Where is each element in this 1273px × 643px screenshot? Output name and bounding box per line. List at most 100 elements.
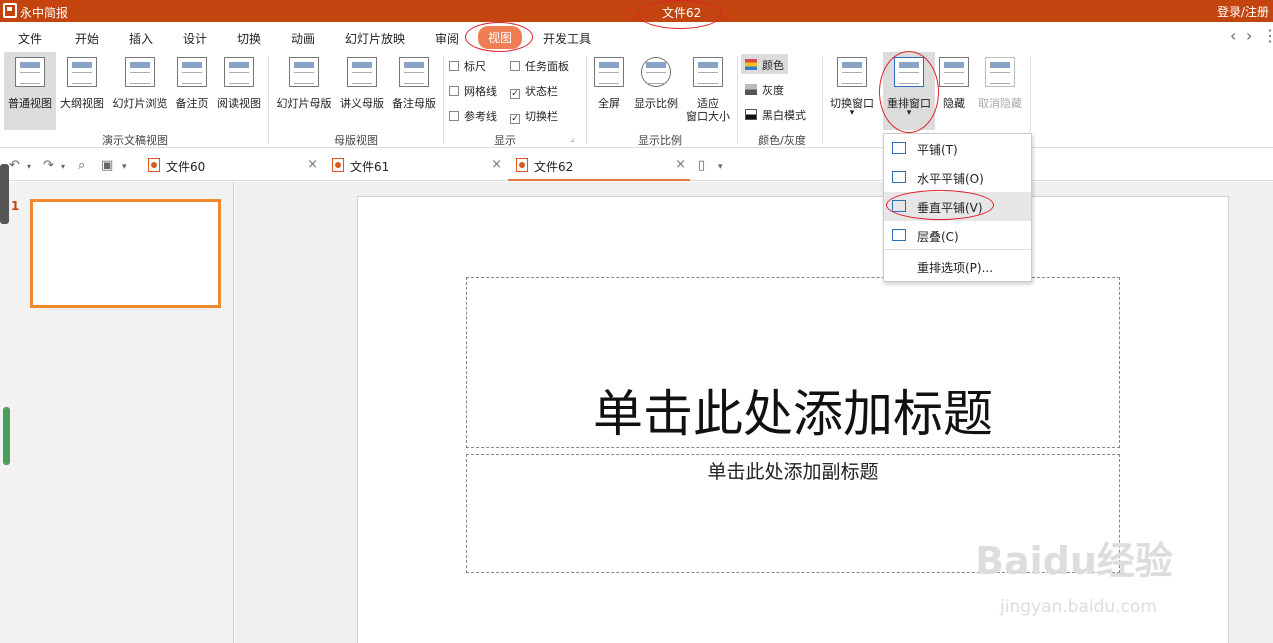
switch-bar-checkbox[interactable]: ✓ 切换栏 — [510, 108, 558, 124]
undo-dropdown-icon[interactable]: ▾ — [27, 162, 31, 171]
notes-master-button[interactable]: 备注母版 — [389, 52, 439, 130]
menu-developer[interactable]: 开发工具 — [543, 30, 591, 47]
checkbox-label: 参考线 — [464, 110, 497, 123]
tab-file60[interactable]: 文件60 × — [140, 150, 322, 181]
document-tab-bar: ↶ ▾ ↷ ▾ ⌕ ▣ ▾ 文件60 × 文件61 × 文件62 × ▯ ▾ — [0, 150, 1273, 181]
dialog-launcher-icon[interactable]: ⌟ — [570, 134, 574, 144]
group-label-show: 显示 — [494, 134, 516, 147]
menu-file[interactable]: 文件 — [18, 30, 42, 47]
notes-page-icon — [177, 57, 207, 87]
checkbox-box — [449, 61, 459, 71]
unhide-window-button[interactable]: 取消隐藏 — [974, 52, 1026, 130]
more-icon[interactable]: ⋮ — [1262, 26, 1273, 45]
slide-sorter-label: 幻灯片浏览 — [112, 97, 168, 110]
menu-item-tile[interactable]: 平铺(T) — [884, 134, 1031, 163]
hide-label: 隐藏 — [943, 97, 965, 110]
menu-item-label: 平铺(T) — [917, 143, 958, 157]
menu-item-tile-horizontal[interactable]: 水平平铺(O) — [884, 163, 1031, 192]
notes-page-label: 备注页 — [175, 97, 209, 110]
slide-sorter-button[interactable]: 幻灯片浏览 — [109, 52, 171, 130]
menu-item-label: 垂直平铺(V) — [917, 201, 983, 215]
tab-file62[interactable]: 文件62 × — [508, 150, 690, 181]
reading-view-label: 阅读视图 — [217, 97, 261, 110]
title-bar: 永中简报 文件62 登录/注册 — [0, 0, 1273, 22]
checkbox-label: 标尺 — [464, 60, 486, 73]
unhide-label: 取消隐藏 — [978, 97, 1022, 110]
outline-view-button[interactable]: 大纲视图 — [57, 52, 107, 130]
grayscale-button[interactable]: 灰度 — [741, 79, 788, 99]
redo-dropdown-icon[interactable]: ▾ — [61, 162, 65, 171]
slide-thumbnail[interactable] — [30, 199, 221, 308]
bw-label: 黑白模式 — [762, 109, 806, 122]
panel-scrollbar-top[interactable] — [0, 164, 9, 224]
menu-item-arrange-options[interactable]: 重排选项(P)... — [884, 252, 1031, 281]
redo-icon[interactable]: ↷ — [43, 158, 54, 173]
arrange-window-button[interactable]: 重排窗口 ▾ — [883, 52, 935, 130]
save-icon[interactable]: ▣ — [101, 158, 113, 173]
menu-home[interactable]: 开始 — [75, 30, 99, 47]
chevron-left-icon[interactable]: ‹ — [1230, 26, 1236, 45]
tab-label: 文件61 — [350, 160, 390, 174]
menu-design[interactable]: 设计 — [183, 30, 207, 47]
panel-scrollbar[interactable] — [3, 407, 10, 465]
slide-master-button[interactable]: 幻灯片母版 — [273, 52, 335, 130]
chevron-right-icon[interactable]: › — [1246, 26, 1252, 45]
checkbox-label: 网格线 — [464, 85, 497, 98]
menu-animation[interactable]: 动画 — [291, 30, 315, 47]
menu-item-tile-vertical[interactable]: 垂直平铺(V) — [884, 192, 1031, 221]
tab-file61[interactable]: 文件61 × — [324, 150, 506, 181]
handout-master-icon — [347, 57, 377, 87]
zoom-button[interactable]: 显示比例 — [630, 52, 682, 130]
menu-item-cascade[interactable]: 层叠(C) — [884, 221, 1031, 250]
customize-quick-access-icon[interactable]: ▾ — [122, 162, 127, 172]
task-pane-checkbox[interactable]: 任务面板 — [510, 58, 569, 74]
dropdown-arrow-icon: ▾ — [849, 108, 855, 118]
watermark-url: jingyan.baidu.com — [1000, 597, 1157, 617]
menu-review[interactable]: 审阅 — [435, 30, 459, 47]
title-placeholder-text: 单击此处添加标题 — [593, 385, 993, 443]
dropdown-arrow-icon: ▾ — [906, 108, 912, 118]
fullscreen-label: 全屏 — [598, 97, 620, 110]
close-icon[interactable]: × — [491, 157, 502, 172]
tile-vertical-icon — [892, 200, 906, 212]
color-button[interactable]: 颜色 — [741, 54, 788, 74]
slide-master-label: 幻灯片母版 — [276, 97, 332, 110]
login-link[interactable]: 登录/注册 — [1217, 3, 1269, 20]
menu-insert[interactable]: 插入 — [129, 30, 153, 47]
menu-view[interactable]: 视图 — [478, 26, 523, 49]
normal-view-button[interactable]: 普通视图 — [4, 52, 56, 130]
separator — [822, 56, 823, 144]
slide-thumbnail-panel: 1 — [0, 164, 234, 643]
fit-window-icon — [693, 57, 723, 87]
gridlines-checkbox[interactable]: 网格线 — [449, 83, 497, 99]
switch-window-button[interactable]: 切换窗口 ▾ — [826, 52, 878, 130]
undo-icon[interactable]: ↶ — [9, 158, 20, 173]
fullscreen-button[interactable]: 全屏 — [590, 52, 628, 130]
new-document-icon[interactable]: ▯ — [698, 158, 705, 173]
notes-page-button[interactable]: 备注页 — [172, 52, 212, 130]
black-white-button[interactable]: 黑白模式 — [741, 104, 810, 124]
presentation-file-icon — [516, 158, 528, 172]
handout-master-button[interactable]: 讲义母版 — [337, 52, 387, 130]
close-icon[interactable]: × — [675, 157, 686, 172]
grayscale-label: 灰度 — [762, 84, 784, 97]
reading-view-button[interactable]: 阅读视图 — [213, 52, 265, 130]
ruler-checkbox[interactable]: 标尺 — [449, 58, 486, 74]
menu-transition[interactable]: 切换 — [237, 30, 261, 47]
menu-slideshow[interactable]: 幻灯片放映 — [345, 30, 405, 47]
title-placeholder[interactable]: 单击此处添加标题 — [466, 277, 1120, 448]
hide-window-button[interactable]: 隐藏 — [938, 52, 970, 130]
slide-master-icon — [289, 57, 319, 87]
hide-window-icon — [939, 57, 969, 87]
fit-window-button[interactable]: 适应 窗口大小 — [683, 52, 733, 130]
guides-checkbox[interactable]: 参考线 — [449, 108, 497, 124]
group-label-zoom: 显示比例 — [638, 134, 682, 147]
color-swatch-icon — [745, 59, 757, 70]
menu-separator — [884, 249, 1031, 250]
preview-icon[interactable]: ⌕ — [78, 158, 85, 173]
notes-master-icon — [399, 57, 429, 87]
close-icon[interactable]: × — [307, 157, 318, 172]
new-document-dropdown-icon[interactable]: ▾ — [718, 162, 723, 172]
status-bar-checkbox[interactable]: ✓ 状态栏 — [510, 83, 558, 99]
handout-master-label: 讲义母版 — [340, 97, 384, 110]
